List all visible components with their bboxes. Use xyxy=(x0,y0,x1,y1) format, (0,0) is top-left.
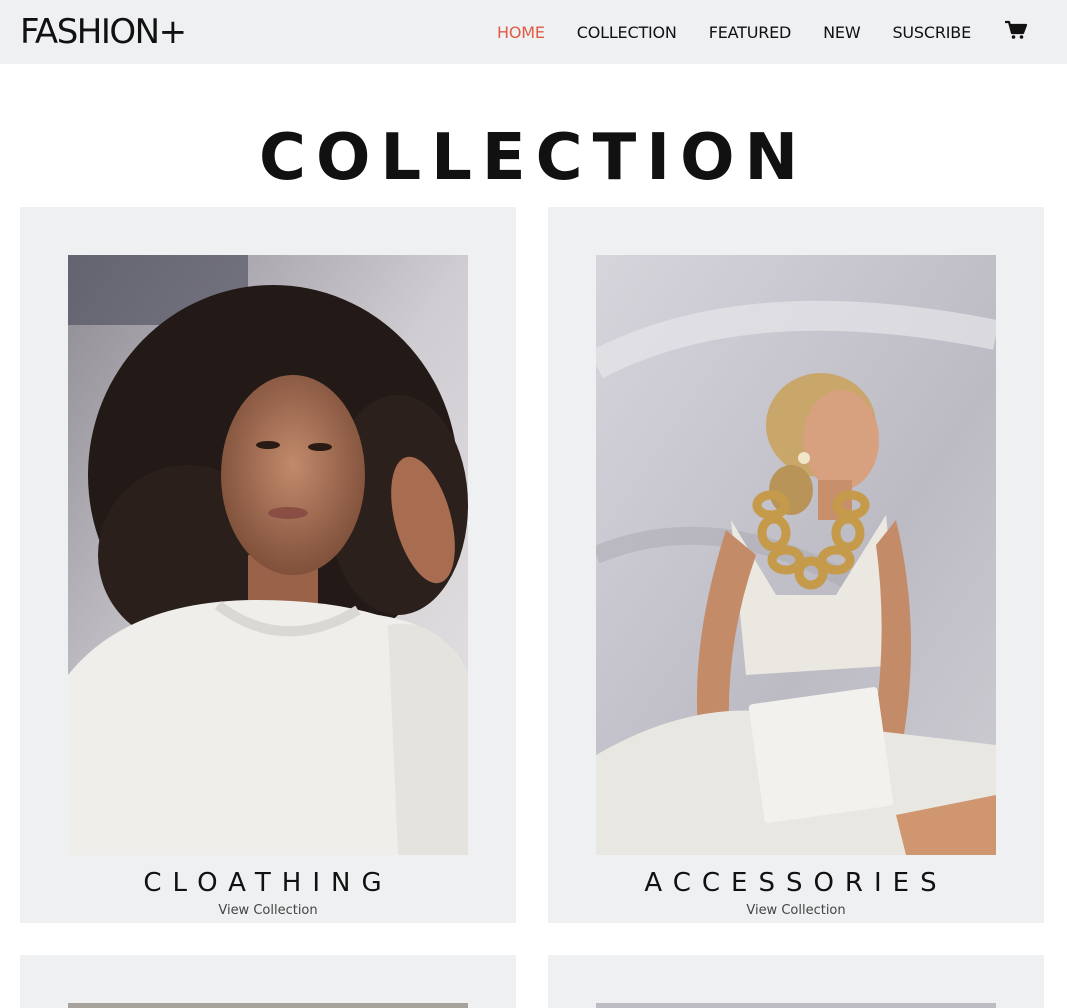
section-title: COLLECTION xyxy=(258,121,809,195)
nav-subscribe[interactable]: SUSCRIBE xyxy=(892,23,971,42)
brand-logo[interactable]: FASHION+ xyxy=(20,12,187,52)
collection-card[interactable] xyxy=(20,955,516,1008)
card-title: CLOATHING xyxy=(143,868,393,898)
cart-icon[interactable] xyxy=(1004,20,1028,40)
view-collection-link[interactable]: View Collection xyxy=(548,903,1044,918)
collection-card[interactable] xyxy=(548,955,1044,1008)
woman-curly-hair-photo xyxy=(68,255,468,855)
collection-photo xyxy=(68,1003,468,1008)
collection-photo xyxy=(596,1003,996,1008)
nav-new[interactable]: NEW xyxy=(823,23,861,42)
nav-collection[interactable]: COLLECTION xyxy=(577,23,677,42)
nav-menu: HOME COLLECTION FEATURED NEW SUSCRIBE xyxy=(497,0,971,64)
collection-card-clothing[interactable]: CLOATHING View Collection xyxy=(20,207,516,923)
nav-home[interactable]: HOME xyxy=(497,23,545,42)
card-title: ACCESSORIES xyxy=(644,868,948,898)
view-collection-link[interactable]: View Collection xyxy=(20,903,516,918)
navbar: FASHION+ HOME COLLECTION FEATURED NEW SU… xyxy=(0,0,1067,64)
nav-featured[interactable]: FEATURED xyxy=(709,23,792,42)
woman-gold-chain-photo xyxy=(596,255,996,855)
collection-card-accessories[interactable]: ACCESSORIES View Collection xyxy=(548,207,1044,923)
